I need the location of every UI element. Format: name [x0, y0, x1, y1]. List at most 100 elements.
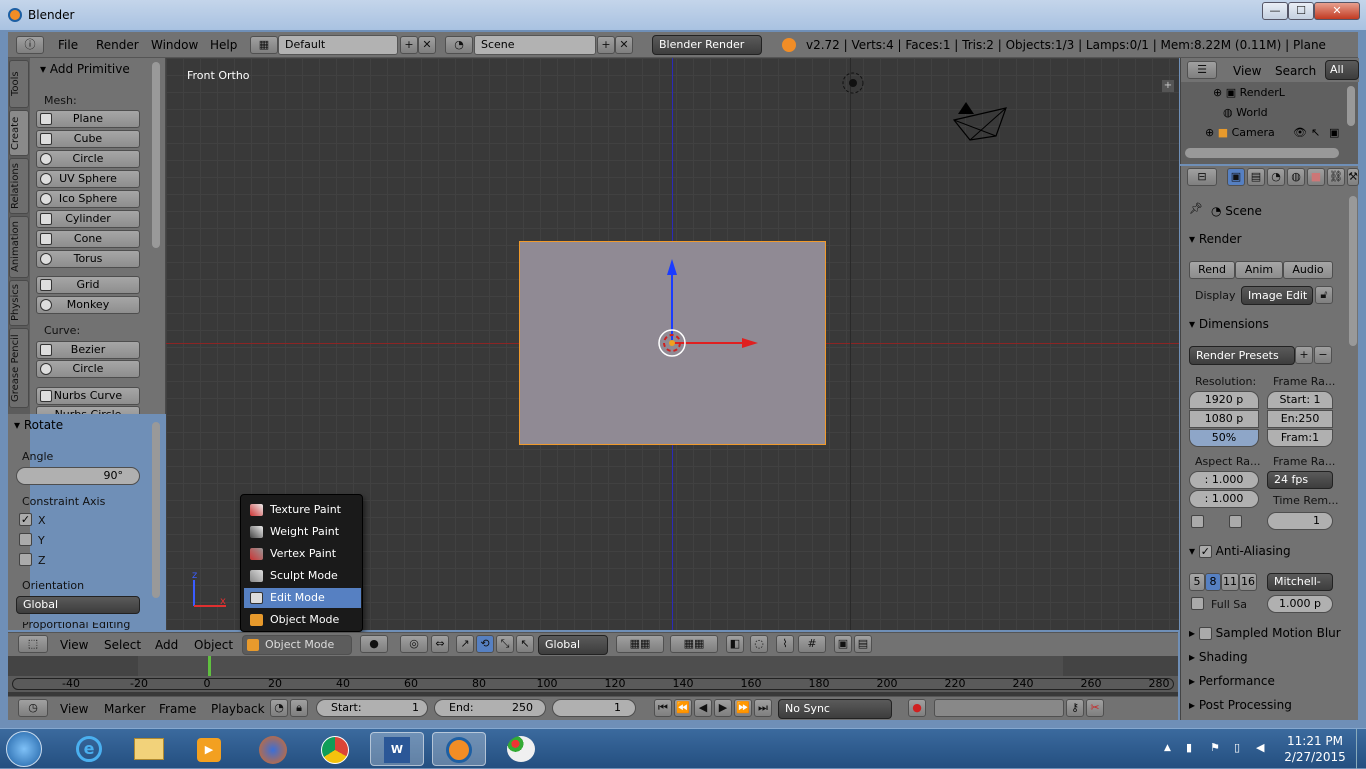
- keying-set-field[interactable]: [934, 699, 1064, 717]
- scene-icon[interactable]: ◔: [445, 36, 473, 54]
- modifiers-tab-icon[interactable]: ⚒: [1347, 168, 1359, 186]
- outliner-item-renderlayers[interactable]: ⊕ ▣ RenderL: [1213, 86, 1285, 99]
- menu-vertex-paint[interactable]: Vertex Paint: [244, 544, 361, 564]
- volume-icon[interactable]: ◀: [1256, 741, 1264, 754]
- timeline[interactable]: -40 -20 0 20 40 60 80 100 120 140 160 180 200 220 240 2…: [8, 656, 1178, 696]
- aspect-x-field[interactable]: : 1.000: [1189, 471, 1259, 489]
- add-cone-button[interactable]: Cone: [36, 230, 140, 248]
- menu-object-mode[interactable]: Object Mode: [244, 610, 361, 630]
- firefox-taskbar-icon[interactable]: [246, 732, 300, 766]
- timeline-scrollbar[interactable]: [12, 678, 1174, 690]
- translate-icon[interactable]: ↗: [456, 635, 474, 653]
- performance-header[interactable]: ▸ Performance: [1189, 674, 1275, 688]
- menu-help[interactable]: Help: [210, 38, 237, 52]
- lamp-icon[interactable]: [840, 70, 866, 96]
- y-checkbox[interactable]: [19, 533, 32, 546]
- remove-layout-icon[interactable]: ✕: [418, 36, 436, 54]
- menu-texture-paint[interactable]: Texture Paint: [244, 500, 361, 520]
- outliner-vscrollbar[interactable]: [1347, 86, 1355, 126]
- menu-edit-mode[interactable]: Edit Mode: [244, 588, 361, 608]
- outliner-item-camera[interactable]: ⊕ ■ Camera: [1205, 126, 1275, 139]
- current-frame-marker[interactable]: [208, 656, 211, 676]
- render-anim-button[interactable]: Anim: [1235, 261, 1283, 279]
- ie-taskbar-icon[interactable]: e: [62, 732, 116, 766]
- aa-samples-11[interactable]: 11: [1221, 573, 1239, 591]
- add-curve-circle-button[interactable]: Circle: [36, 360, 140, 378]
- render-section-header[interactable]: ▾ Render: [1189, 232, 1242, 246]
- menu-file[interactable]: File: [58, 38, 78, 52]
- x-checkbox[interactable]: ✓: [19, 513, 32, 526]
- tab-tools[interactable]: Tools: [9, 60, 29, 108]
- outliner-item-world[interactable]: ◍ World: [1223, 106, 1268, 119]
- vh-menu-add[interactable]: Add: [155, 638, 178, 652]
- tray-arrow-icon[interactable]: ▲: [1164, 743, 1171, 753]
- add-ico-sphere-button[interactable]: Ico Sphere: [36, 190, 140, 208]
- add-primitive-title[interactable]: ▾ Add Primitive: [40, 62, 130, 76]
- lock-icon[interactable]: 🔒︎: [290, 699, 308, 717]
- angle-input[interactable]: 90°: [16, 467, 140, 485]
- props-scrollbar[interactable]: [1349, 196, 1357, 346]
- remove-preset-icon[interactable]: −: [1314, 346, 1332, 364]
- anti-aliasing-header[interactable]: ▾ ✓ Anti-Aliasing: [1189, 544, 1291, 558]
- editor-type-icon[interactable]: ⬚: [18, 635, 48, 653]
- add-circle-button[interactable]: Circle: [36, 150, 140, 168]
- full-sample-checkbox[interactable]: [1191, 597, 1204, 610]
- jump-end-icon[interactable]: ⏭: [754, 699, 772, 717]
- post-processing-header[interactable]: ▸ Post Processing: [1189, 698, 1292, 712]
- add-nurbs-circle-button[interactable]: Nurbs Circle: [36, 406, 140, 414]
- layers-a-icon[interactable]: ▦▦: [616, 635, 664, 653]
- add-preset-icon[interactable]: +: [1295, 346, 1313, 364]
- clock-time[interactable]: 11:21 PM: [1280, 734, 1350, 748]
- tl-menu-frame[interactable]: Frame: [159, 702, 196, 716]
- orientation-header-select[interactable]: Global: [538, 635, 608, 655]
- record-icon[interactable]: ●: [908, 699, 926, 717]
- object-tab-icon[interactable]: ■: [1307, 168, 1325, 186]
- vh-menu-select[interactable]: Select: [104, 638, 141, 652]
- outliner-menu-view[interactable]: View: [1233, 64, 1261, 78]
- current-frame-field[interactable]: 1: [552, 699, 636, 717]
- menu-sculpt-mode[interactable]: Sculpt Mode: [244, 566, 361, 586]
- aa-samples-8[interactable]: 8: [1205, 573, 1221, 591]
- menu-weight-paint[interactable]: Weight Paint: [244, 522, 361, 542]
- pivot-icon[interactable]: ◎: [400, 635, 428, 653]
- add-scene-icon[interactable]: +: [597, 36, 615, 54]
- add-monkey-button[interactable]: Monkey: [36, 296, 140, 314]
- display-select[interactable]: Image Edit: [1241, 286, 1313, 305]
- crop-checkbox[interactable]: [1229, 515, 1242, 528]
- aspect-y-field[interactable]: : 1.000: [1189, 490, 1259, 508]
- resolution-x-field[interactable]: 1920 p: [1189, 391, 1259, 409]
- motion-blur-header[interactable]: ▸ Sampled Motion Blur: [1189, 626, 1341, 640]
- scene-tab-icon[interactable]: ◔: [1267, 168, 1285, 186]
- menu-window[interactable]: Window: [151, 38, 198, 52]
- layers-b-icon[interactable]: ▦▦: [670, 635, 718, 653]
- constraints-tab-icon[interactable]: ⛓: [1327, 168, 1345, 186]
- add-torus-button[interactable]: Torus: [36, 250, 140, 268]
- info-editor-type-icon[interactable]: ⓘ: [16, 36, 44, 54]
- renderability-camera-icon[interactable]: ▣: [1329, 126, 1339, 139]
- aa-checkbox[interactable]: ✓: [1198, 545, 1212, 558]
- mode-select[interactable]: Object Mode: [242, 635, 352, 655]
- battery-icon[interactable]: ▯: [1234, 741, 1240, 754]
- add-cube-button[interactable]: Cube: [36, 130, 140, 148]
- border-checkbox[interactable]: [1191, 515, 1204, 528]
- word-taskbar-icon[interactable]: W: [370, 732, 424, 766]
- dimensions-section-header[interactable]: ▾ Dimensions: [1189, 317, 1269, 331]
- world-tab-icon[interactable]: ◍: [1287, 168, 1305, 186]
- close-button[interactable]: ✕: [1314, 2, 1360, 20]
- render-layers-tab-icon[interactable]: ▤: [1247, 168, 1265, 186]
- motion-blur-checkbox[interactable]: [1198, 627, 1212, 640]
- camera-icon[interactable]: [950, 98, 1010, 144]
- render-engine-select[interactable]: Blender Render: [652, 35, 762, 55]
- aa-filter-select[interactable]: Mitchell-: [1267, 573, 1333, 591]
- rotate-icon[interactable]: ⟲: [476, 635, 494, 653]
- insert-keyframe-icon[interactable]: ⚷: [1066, 699, 1084, 717]
- render-still-button[interactable]: Rend: [1189, 261, 1235, 279]
- render-still-icon[interactable]: ▣: [834, 635, 852, 653]
- minimize-button[interactable]: —: [1262, 2, 1288, 20]
- paint-taskbar-icon[interactable]: [494, 732, 548, 766]
- start-frame-prop[interactable]: Start: 1: [1267, 391, 1333, 409]
- play-icon[interactable]: ▶: [714, 699, 732, 717]
- render-audio-button[interactable]: Audio: [1283, 261, 1333, 279]
- tab-create[interactable]: Create: [9, 110, 29, 156]
- render-tab-icon[interactable]: ▣: [1227, 168, 1245, 186]
